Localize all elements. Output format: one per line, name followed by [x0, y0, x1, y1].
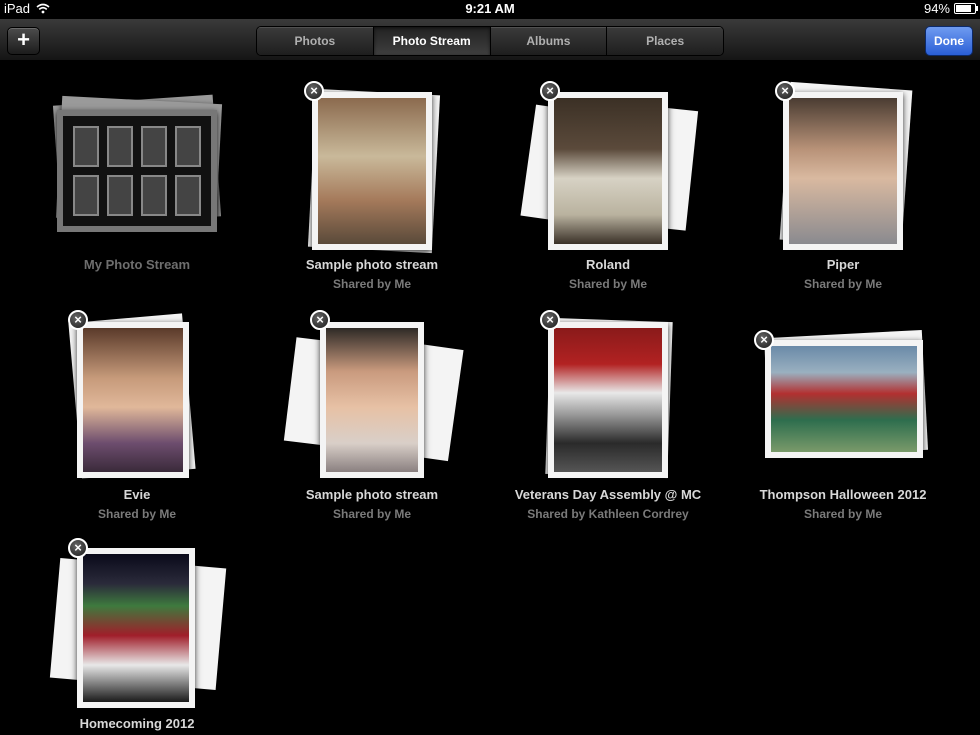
- stream-tile[interactable]: × Thompson Halloween 2012 Shared by Me: [725, 290, 961, 521]
- delete-stream-button[interactable]: ×: [304, 81, 324, 101]
- stream-tile[interactable]: × Veterans Day Assembly @ MC Shared by K…: [490, 290, 726, 521]
- stream-cover-photo: [554, 328, 662, 472]
- thumbnail: [141, 175, 167, 216]
- thumbnail: [175, 126, 201, 167]
- status-bar: iPad 9:21 AM 94%: [0, 0, 980, 19]
- stream-cover-photo: [318, 98, 426, 244]
- stream-thumbnail-stack: [19, 60, 255, 240]
- stream-subtitle: Shared by Me: [803, 507, 883, 521]
- stream-title: Homecoming 2012: [79, 716, 195, 731]
- stream-subtitle: Shared by Kathleen Cordrey: [527, 507, 689, 521]
- stream-tile[interactable]: × Sample photo stream Shared by Me: [254, 290, 490, 521]
- stack-card-front: [77, 548, 195, 708]
- stream-subtitle: Shared by Me: [568, 277, 648, 291]
- stack-card-front: [548, 322, 668, 478]
- toolbar: + Photos Photo Stream Albums Places Done: [0, 19, 980, 61]
- stream-subtitle: Shared by Me: [332, 507, 412, 521]
- stream-cover-photo: [789, 98, 897, 244]
- stream-tile[interactable]: × Roland Shared by Me: [490, 60, 726, 291]
- battery-percent: 94%: [923, 1, 950, 16]
- stream-subtitle: Shared by Me: [97, 507, 177, 521]
- stream-cover-photo: [63, 116, 211, 226]
- tab-photo-stream[interactable]: Photo Stream: [372, 27, 490, 55]
- stream-cover-photo: [83, 328, 183, 472]
- stream-tile[interactable]: × Homecoming 2012: [19, 520, 255, 735]
- tab-albums[interactable]: Albums: [489, 27, 607, 55]
- stream-thumbnail-stack: [490, 290, 726, 479]
- stream-thumbnail-stack: [254, 60, 490, 254]
- thumbnail: [141, 126, 167, 167]
- stack-card-front: [320, 322, 424, 478]
- stream-thumbnail-stack: [254, 290, 490, 478]
- stream-cover-photo: [554, 98, 662, 244]
- stack-card-front: [77, 322, 189, 478]
- stream-title: Roland: [585, 257, 631, 272]
- delete-stream-button[interactable]: ×: [68, 310, 88, 330]
- view-segmented-control: Photos Photo Stream Albums Places: [256, 26, 724, 56]
- clock: 9:21 AM: [465, 1, 515, 16]
- stream-cover-photo: [326, 328, 418, 472]
- battery-icon: [954, 3, 978, 14]
- stream-tile[interactable]: × Piper Shared by Me: [725, 60, 961, 291]
- stack-card-front: [548, 92, 668, 250]
- thumbnail: [73, 175, 99, 216]
- stream-thumbnail-stack: [725, 60, 961, 250]
- stream-title: Evie: [123, 487, 151, 502]
- stack-card-front: [312, 92, 432, 250]
- delete-stream-button[interactable]: ×: [540, 310, 560, 330]
- stream-tile[interactable]: My Photo Stream: [19, 60, 255, 282]
- thumbnail-grid: [73, 126, 201, 216]
- delete-stream-button[interactable]: ×: [310, 310, 330, 330]
- thumbnail: [107, 175, 133, 216]
- thumbnail: [175, 175, 201, 216]
- stream-thumbnail-stack: [490, 60, 726, 250]
- delete-stream-button[interactable]: ×: [68, 538, 88, 558]
- add-button[interactable]: +: [7, 27, 40, 55]
- stream-title: Thompson Halloween 2012: [759, 487, 927, 502]
- stream-tile[interactable]: × Sample photo stream Shared by Me: [254, 60, 490, 291]
- delete-stream-button[interactable]: ×: [754, 330, 774, 350]
- thumbnail: [107, 126, 133, 167]
- stream-thumbnail-stack: [725, 290, 961, 470]
- stream-title: Sample photo stream: [305, 487, 439, 502]
- stack-card-front: [765, 340, 923, 458]
- stream-title: My Photo Stream: [83, 257, 191, 272]
- stream-subtitle: Shared by Me: [803, 277, 883, 291]
- stream-thumbnail-stack: [19, 520, 255, 708]
- stream-title: Veterans Day Assembly @ MC: [514, 487, 702, 502]
- stream-cover-photo: [83, 554, 189, 702]
- stack-card-front: [57, 110, 217, 232]
- thumbnail: [73, 126, 99, 167]
- done-button[interactable]: Done: [925, 26, 973, 56]
- stream-subtitle: Shared by Me: [332, 277, 412, 291]
- stream-title: Piper: [826, 257, 860, 272]
- photo-stream-grid: My Photo Stream × Sample photo stream Sh…: [0, 60, 980, 735]
- stream-title: Sample photo stream: [305, 257, 439, 272]
- stream-tile[interactable]: × Evie Shared by Me: [19, 290, 255, 521]
- stream-thumbnail-stack: [19, 290, 255, 479]
- stream-cover-photo: [771, 346, 917, 452]
- delete-stream-button[interactable]: ×: [775, 81, 795, 101]
- stack-card-front: [783, 92, 903, 250]
- tab-places[interactable]: Places: [606, 27, 723, 55]
- tab-photos[interactable]: Photos: [257, 27, 373, 55]
- delete-stream-button[interactable]: ×: [540, 81, 560, 101]
